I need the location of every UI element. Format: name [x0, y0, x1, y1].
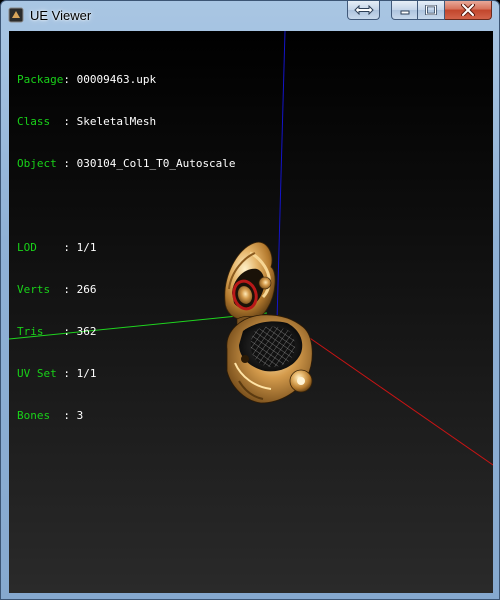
- info-label: LOD: [17, 241, 64, 254]
- info-separator: :: [63, 157, 77, 170]
- maximize-button[interactable]: [418, 1, 445, 20]
- info-value: 030104_Col1_T0_Autoscale: [76, 157, 236, 170]
- info-value: 00009463.upk: [76, 73, 157, 86]
- info-label: Package: [17, 73, 64, 86]
- info-row-object: Object : 030104_Col1_T0_Autoscale: [17, 157, 236, 171]
- info-label: Bones: [17, 409, 64, 422]
- info-value: SkeletalMesh: [76, 115, 157, 128]
- title-bar[interactable]: UE Viewer: [1, 1, 499, 30]
- info-row-lod: LOD : 1/1: [17, 241, 236, 255]
- info-separator: :: [63, 367, 77, 380]
- restore-button[interactable]: [347, 1, 380, 20]
- window-title: UE Viewer: [30, 8, 92, 23]
- close-icon: [461, 4, 475, 16]
- info-label: Object: [17, 157, 64, 170]
- info-row-bones: Bones : 3: [17, 409, 236, 423]
- info-spacer: [17, 199, 236, 213]
- info-separator: :: [63, 409, 77, 422]
- app-icon: [8, 7, 24, 23]
- info-separator: :: [63, 283, 77, 296]
- info-label: Tris: [17, 325, 64, 338]
- x-axis-line: [290, 324, 493, 466]
- info-label: Class: [17, 115, 64, 128]
- info-value: 362: [76, 325, 97, 338]
- minimize-button[interactable]: [391, 1, 418, 20]
- info-separator: :: [63, 241, 77, 254]
- minimize-icon: [400, 10, 409, 15]
- info-separator: :: [63, 73, 77, 86]
- info-value: 3: [76, 409, 84, 422]
- mesh-info-overlay: Package: 00009463.upk Class : SkeletalMe…: [17, 45, 236, 451]
- info-row-verts: Verts : 266: [17, 283, 236, 297]
- info-value: 266: [76, 283, 97, 296]
- info-row-uvset: UV Set : 1/1: [17, 367, 236, 381]
- z-axis-line: [276, 31, 286, 322]
- info-row-tris: Tris : 362: [17, 325, 236, 339]
- info-separator: :: [63, 325, 77, 338]
- info-row-class: Class : SkeletalMesh: [17, 115, 236, 129]
- app-window: UE Viewer Package: 00009463.upk Class: …: [0, 0, 500, 600]
- info-value: 1/1: [76, 241, 97, 254]
- render-viewport[interactable]: Package: 00009463.upk Class : SkeletalMe…: [9, 31, 493, 593]
- info-label: UV Set: [17, 367, 64, 380]
- mesh-model: [224, 241, 313, 404]
- close-button[interactable]: [445, 1, 492, 20]
- info-row-package: Package: 00009463.upk: [17, 73, 236, 87]
- maximize-icon: [425, 5, 437, 15]
- info-label: Verts: [17, 283, 64, 296]
- resize-arrows-icon: [353, 5, 374, 15]
- info-value: 1/1: [76, 367, 97, 380]
- info-separator: :: [63, 115, 77, 128]
